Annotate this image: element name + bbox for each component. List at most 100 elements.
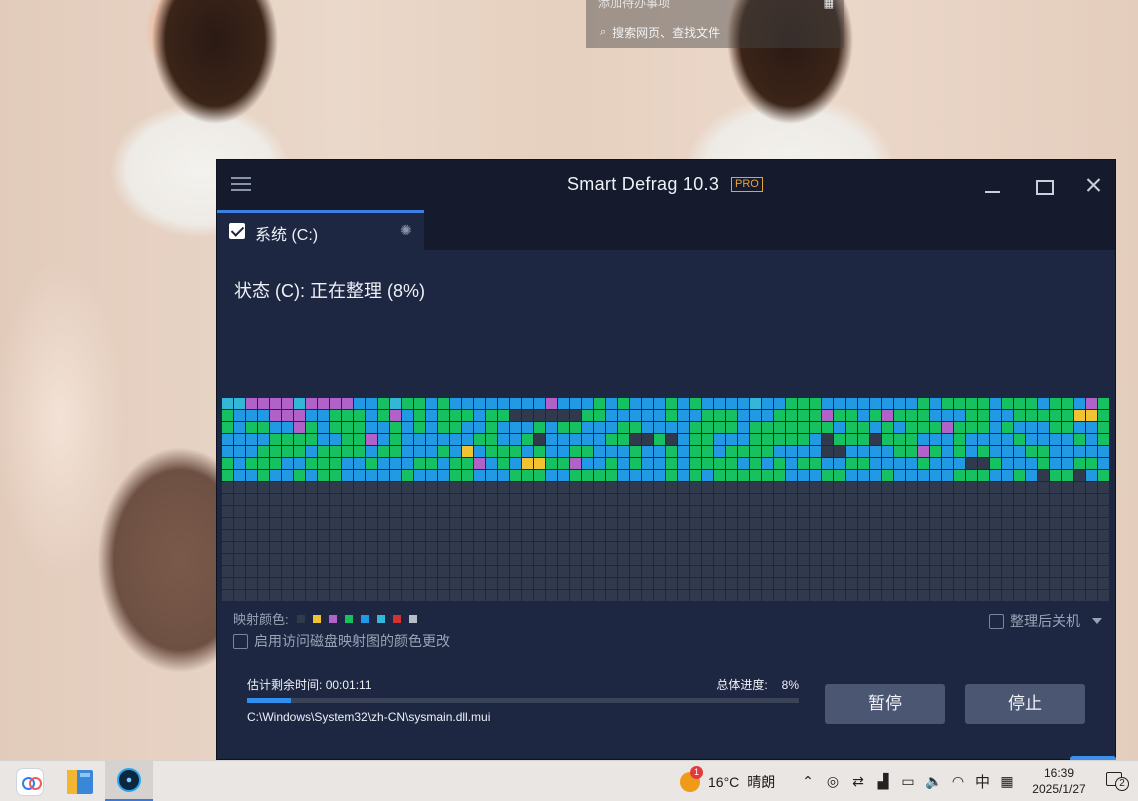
disk-cluster-cell: [714, 506, 725, 517]
disk-cluster-cell: [666, 410, 677, 421]
search-panel[interactable]: 添加待办事项 ▦ ⌕ 搜索网页、查找文件: [586, 0, 844, 48]
minimize-button[interactable]: [977, 170, 1007, 200]
disk-cluster-cell: [246, 458, 257, 469]
disk-cluster-cell: [1098, 530, 1109, 541]
disk-cluster-cell: [246, 542, 257, 553]
disk-cluster-cell: [234, 590, 245, 601]
color-change-option[interactable]: 启用访问磁盘映射图的颜色更改: [233, 631, 450, 651]
disk-cluster-cell: [522, 470, 533, 481]
tray-app-icon[interactable]: ◎: [825, 773, 841, 790]
disk-cluster-cell: [594, 434, 605, 445]
disk-cluster-cell: [810, 542, 821, 553]
taskbar-app-cloud[interactable]: [6, 761, 54, 801]
disk-cluster-cell: [1002, 578, 1013, 589]
disk-cluster-cell: [378, 494, 389, 505]
disk-cluster-cell: [582, 554, 593, 565]
disk-cluster-cell: [1050, 422, 1061, 433]
disk-cluster-cell: [462, 470, 473, 481]
disk-cluster-cell: [642, 566, 653, 577]
disk-cluster-cell: [858, 410, 869, 421]
disk-cluster-cell: [594, 518, 605, 529]
weather-widget[interactable]: 1 16°C 晴朗: [680, 761, 775, 801]
disk-cluster-cell: [1086, 398, 1097, 409]
qr-icon[interactable]: ▦: [824, 0, 834, 10]
disk-cluster-cell: [402, 506, 413, 517]
disk-cluster-cell: [282, 410, 293, 421]
clock[interactable]: 16:39 2025/1/27: [1026, 765, 1092, 797]
disk-cluster-cell: [690, 566, 701, 577]
disk-cluster-cell: [390, 542, 401, 553]
disk-cluster-cell: [786, 590, 797, 601]
shutdown-option[interactable]: 整理后关机: [989, 611, 1102, 631]
disk-cluster-cell: [342, 470, 353, 481]
disk-cluster-cell: [258, 398, 269, 409]
disk-cluster-cell: [1014, 482, 1025, 493]
disk-cluster-cell: [486, 470, 497, 481]
disk-cluster-cell: [918, 578, 929, 589]
meter-icon[interactable]: ▟: [875, 773, 891, 790]
disk-cluster-cell: [906, 410, 917, 421]
menu-icon[interactable]: [231, 177, 251, 191]
keyboard-icon[interactable]: ▦: [999, 773, 1015, 790]
transfer-icon[interactable]: ⇄: [850, 773, 866, 790]
disk-cluster-cell: [570, 590, 581, 601]
search-placeholder[interactable]: 搜索网页、查找文件: [612, 24, 720, 41]
disk-cluster-cell: [486, 434, 497, 445]
disk-cluster-cell: [486, 530, 497, 541]
volume-icon[interactable]: 🔈: [925, 773, 942, 790]
disk-cluster-cell: [870, 434, 881, 445]
disk-cluster-cell: [1062, 482, 1073, 493]
stop-button[interactable]: 停止: [965, 684, 1085, 724]
disk-cluster-cell: [534, 542, 545, 553]
disk-cluster-cell: [786, 554, 797, 565]
disk-cluster-cell: [390, 422, 401, 433]
disk-cluster-cell: [954, 482, 965, 493]
disk-cluster-cell: [726, 578, 737, 589]
disk-cluster-cell: [1062, 518, 1073, 529]
disk-cluster-cell: [306, 506, 317, 517]
pause-button[interactable]: 暂停: [825, 684, 945, 724]
disk-cluster-cell: [882, 566, 893, 577]
disk-cluster-cell: [702, 542, 713, 553]
disk-cluster-cell: [318, 458, 329, 469]
disk-cluster-cell: [498, 422, 509, 433]
chevron-down-icon[interactable]: [1092, 618, 1102, 624]
disk-cluster-cell: [1026, 458, 1037, 469]
disk-cluster-cell: [774, 578, 785, 589]
maximize-button[interactable]: [1028, 170, 1058, 200]
disk-cluster-cell: [762, 434, 773, 445]
disk-cluster-cell: [450, 506, 461, 517]
disk-cluster-cell: [522, 434, 533, 445]
disk-cluster-cell: [606, 434, 617, 445]
taskbar-app-archive[interactable]: [56, 761, 104, 801]
disk-cluster-cell: [534, 434, 545, 445]
disk-cluster-cell: [294, 542, 305, 553]
disk-cluster-cell: [846, 566, 857, 577]
shutdown-label: 整理后关机: [1010, 613, 1080, 629]
disk-cluster-cell: [846, 482, 857, 493]
disk-cluster-cell: [1086, 458, 1097, 469]
taskbar-app-smart-defrag[interactable]: [105, 761, 153, 801]
disk-cluster-cell: [342, 542, 353, 553]
drive-tab-c[interactable]: 系统 (C:) ✺: [217, 210, 424, 250]
close-button[interactable]: [1078, 170, 1108, 200]
disk-cluster-cell: [630, 578, 641, 589]
todo-hint[interactable]: 添加待办事项: [598, 0, 670, 11]
disk-cluster-cell: [786, 518, 797, 529]
disk-cluster-cell: [630, 518, 641, 529]
battery-icon[interactable]: ▭: [900, 773, 916, 790]
notification-center[interactable]: 2: [1104, 770, 1129, 792]
disk-cluster-cell: [558, 518, 569, 529]
disk-cluster-cell: [570, 566, 581, 577]
shutdown-checkbox[interactable]: [989, 613, 1004, 629]
search-icon: ⌕: [600, 26, 607, 38]
chevron-up-icon[interactable]: ⌃: [800, 773, 816, 790]
disk-cluster-cell: [366, 506, 377, 517]
ime-indicator[interactable]: 中: [975, 771, 990, 792]
disk-cluster-cell: [666, 554, 677, 565]
disk-cluster-cell: [414, 410, 425, 421]
disk-cluster-cell: [258, 482, 269, 493]
wifi-icon[interactable]: ◠: [950, 773, 966, 790]
color-change-checkbox[interactable]: [233, 633, 248, 649]
drive-checkbox[interactable]: [229, 223, 245, 239]
